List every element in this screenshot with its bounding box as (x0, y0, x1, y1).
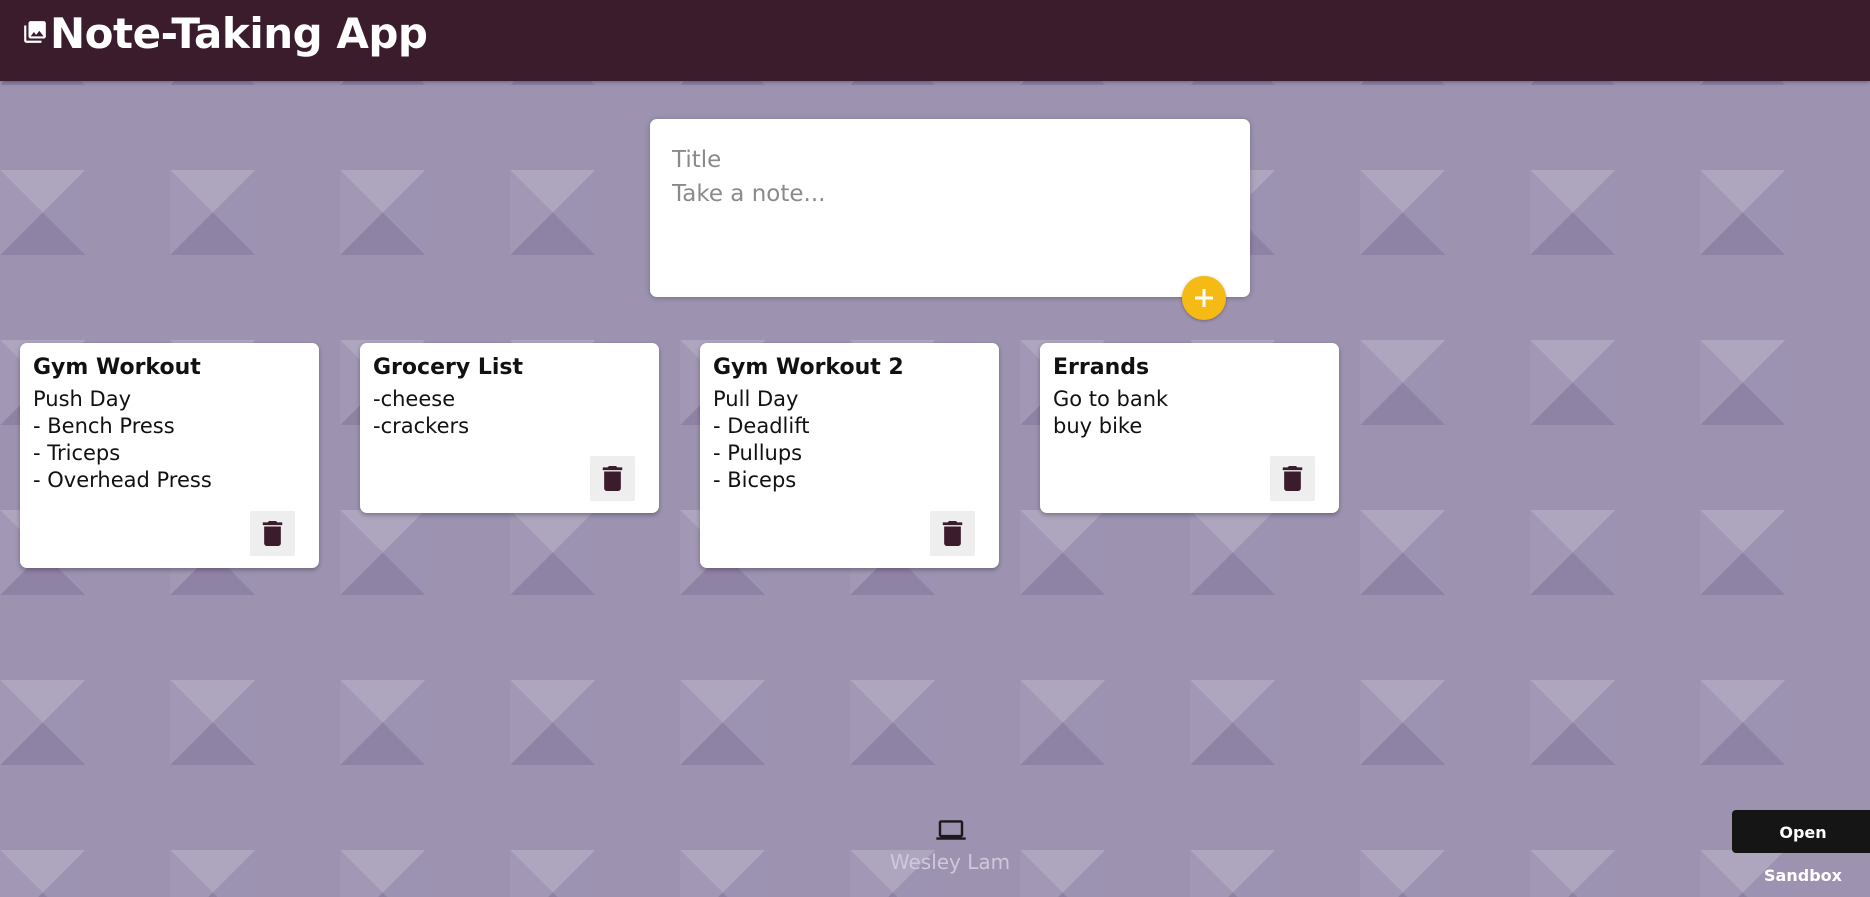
trash-icon (602, 466, 623, 491)
note-title: Gym Workout (33, 355, 201, 380)
note-card: Errands Go to bank buy bike (1040, 343, 1339, 513)
note-card: Grocery List -cheese -crackers (360, 343, 659, 513)
note-content: -cheese -crackers (373, 387, 470, 438)
delete-note-button[interactable] (1270, 456, 1315, 501)
note-content: Go to bank buy bike (1053, 387, 1169, 438)
delete-note-button[interactable] (250, 511, 295, 556)
note-title: Gym Workout 2 (713, 355, 904, 380)
delete-note-button[interactable] (930, 511, 975, 556)
trash-icon (1282, 466, 1303, 491)
trash-icon (942, 521, 963, 546)
open-sandbox-button[interactable]: Open Sandbox (1732, 810, 1870, 885)
app-header: Note-Taking App (0, 0, 1870, 81)
note-title: Grocery List (373, 355, 524, 380)
notes-logo-icon (22, 19, 48, 45)
note-composer (650, 119, 1250, 297)
note-card: Gym Workout 2 Pull Day - Deadlift - Pull… (700, 343, 999, 568)
note-content: Push Day - Bench Press - Triceps - Overh… (33, 387, 212, 492)
note-content: Pull Day - Deadlift - Pullups - Biceps (713, 387, 810, 492)
trash-icon (262, 521, 283, 546)
note-card: Gym Workout Push Day - Bench Press - Tri… (20, 343, 319, 568)
footer-author: Wesley Lam (889, 850, 1011, 874)
note-title-input[interactable] (672, 143, 1222, 177)
note-content-input[interactable] (672, 181, 1222, 281)
app-title: Note-Taking App (50, 9, 428, 58)
plus-icon (1182, 276, 1226, 320)
add-note-button[interactable] (1182, 276, 1226, 320)
delete-note-button[interactable] (590, 456, 635, 501)
laptop-icon (936, 819, 966, 841)
note-title: Errands (1053, 355, 1150, 380)
